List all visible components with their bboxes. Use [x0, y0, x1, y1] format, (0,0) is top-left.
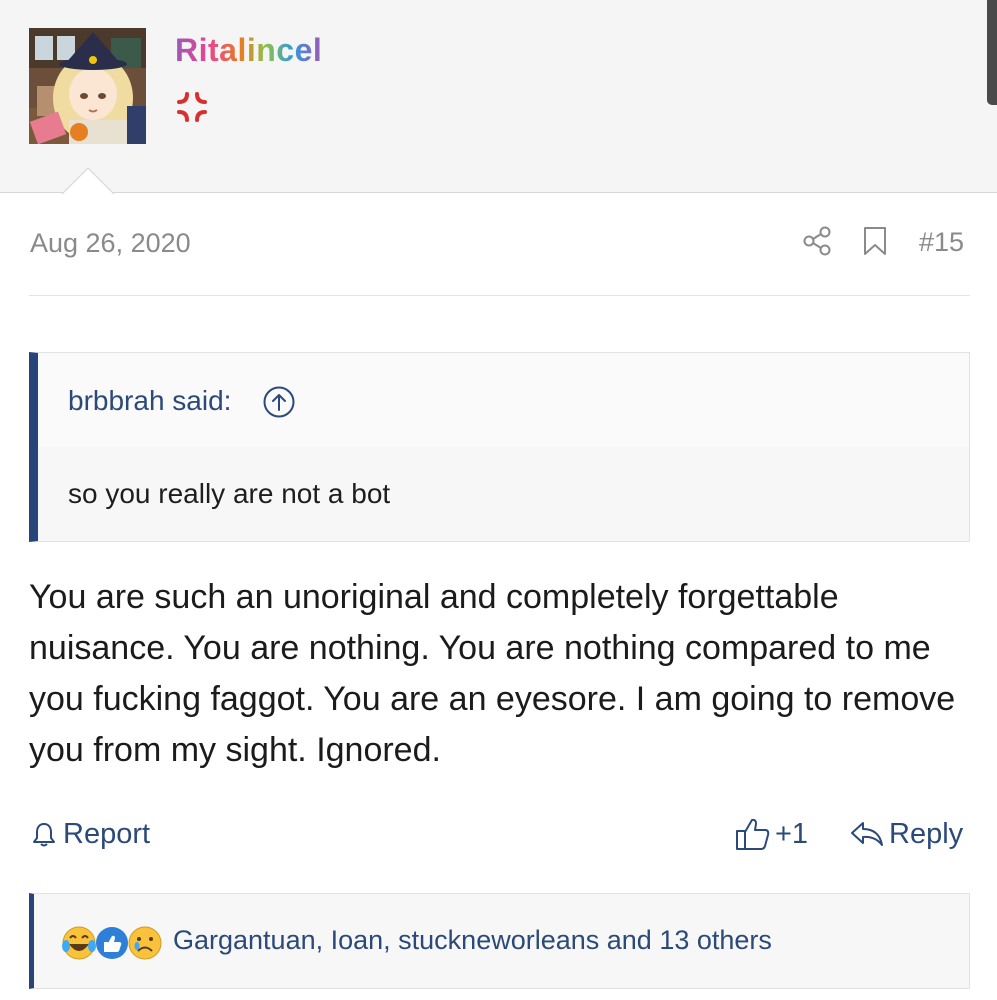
- avatar[interactable]: [29, 28, 146, 144]
- quote-header: brbbrah said:: [38, 353, 969, 447]
- quote-author[interactable]: brbbrah said:: [68, 385, 231, 417]
- reply-arrow-icon: [851, 822, 883, 846]
- sad-icon: [128, 926, 162, 960]
- user-header: Ritalincel: [0, 0, 997, 194]
- post-body: You are such an unoriginal and completel…: [29, 578, 956, 769]
- report-button[interactable]: Report: [30, 814, 150, 854]
- like-icon: [96, 927, 128, 959]
- post-date[interactable]: Aug 26, 2020: [30, 228, 191, 259]
- divider: [29, 295, 970, 296]
- quote-block: brbbrah said: so you really are not a bo…: [29, 352, 970, 542]
- anger-symbol-icon: [177, 92, 207, 122]
- scrollbar[interactable]: [987, 0, 997, 105]
- reply-button[interactable]: Reply: [849, 814, 963, 854]
- header-caret: [62, 167, 114, 194]
- like-button[interactable]: +1: [734, 814, 808, 854]
- report-label: Report: [63, 817, 151, 850]
- reaction-users[interactable]: Gargantuan, Ioan, stuckneworleans and 13…: [173, 925, 772, 956]
- share-icon[interactable]: [801, 225, 833, 257]
- reactions-bar: Gargantuan, Ioan, stuckneworleans and 13…: [29, 893, 970, 989]
- quote-text: so you really are not a bot: [68, 478, 391, 509]
- bell-icon: [33, 823, 55, 847]
- like-count: +1: [775, 817, 809, 850]
- reply-label: Reply: [889, 817, 964, 850]
- laugh-crying-icon: [62, 926, 96, 960]
- thumbs-up-icon: [736, 818, 770, 850]
- anime-girl-avatar-image: [29, 28, 146, 144]
- bookmark-icon[interactable]: [859, 225, 891, 257]
- post-number[interactable]: #15: [919, 227, 964, 258]
- username[interactable]: Ritalincel: [175, 32, 322, 69]
- arrow-up-circle-icon[interactable]: [262, 385, 296, 419]
